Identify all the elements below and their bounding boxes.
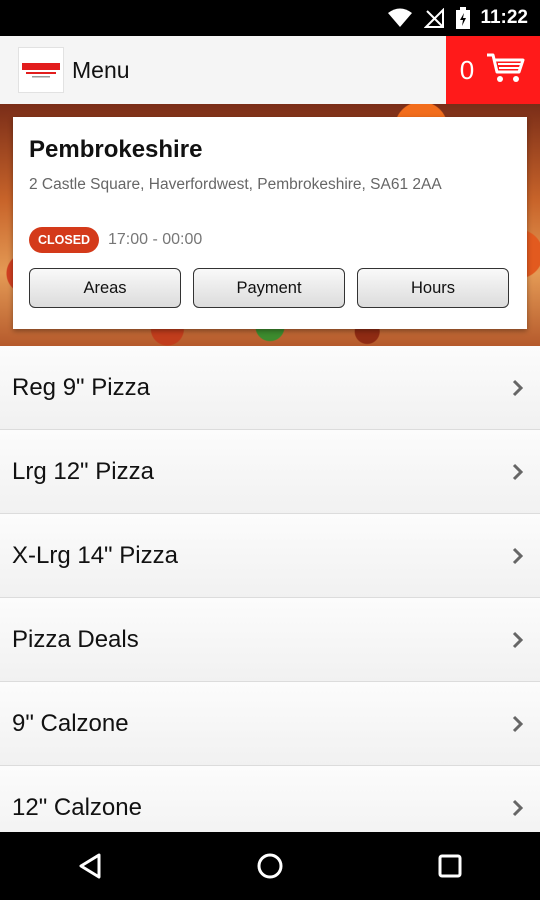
home-icon[interactable] bbox=[240, 836, 300, 896]
store-logo[interactable] bbox=[18, 47, 64, 93]
list-item-label: Reg 9" Pizza bbox=[12, 373, 150, 401]
navigation-bar bbox=[0, 832, 540, 900]
wifi-icon bbox=[388, 8, 413, 28]
list-item-label: X-Lrg 14" Pizza bbox=[12, 541, 178, 569]
payment-button[interactable]: Payment bbox=[193, 268, 345, 308]
shopping-cart-icon bbox=[486, 52, 526, 89]
status-bar: 11:22 bbox=[0, 0, 540, 36]
status-time: 11:22 bbox=[480, 7, 528, 28]
list-item-label: 9" Calzone bbox=[12, 709, 129, 737]
list-item-label: Lrg 12" Pizza bbox=[12, 457, 154, 485]
menu-item-lrg-12-pizza[interactable]: Lrg 12" Pizza bbox=[0, 430, 540, 514]
store-address: 2 Castle Square, Haverfordwest, Pembroke… bbox=[29, 176, 442, 193]
list-item-label: Pizza Deals bbox=[12, 625, 139, 653]
no-signal-icon bbox=[424, 8, 445, 28]
app-bar: Menu 0 bbox=[0, 36, 540, 104]
chevron-right-icon bbox=[512, 547, 524, 565]
back-icon[interactable] bbox=[60, 836, 120, 896]
hours-button[interactable]: Hours bbox=[357, 268, 509, 308]
chevron-right-icon bbox=[512, 463, 524, 481]
status-badge: CLOSED bbox=[29, 227, 100, 253]
cart-count: 0 bbox=[459, 54, 475, 85]
page-title: Menu bbox=[72, 56, 130, 83]
store-info-card: Pembrokeshire 2 Castle Square, Haverford… bbox=[13, 117, 527, 329]
store-actions: Areas Payment Hours bbox=[29, 268, 509, 308]
areas-button[interactable]: Areas bbox=[29, 268, 181, 308]
battery-charging-icon bbox=[456, 7, 471, 29]
cart-button[interactable]: 0 bbox=[446, 36, 540, 104]
list-item-label: 12" Calzone bbox=[12, 793, 142, 821]
chevron-right-icon bbox=[512, 379, 524, 397]
opening-hours: 17:00 - 00:00 bbox=[108, 231, 203, 248]
chevron-right-icon bbox=[512, 715, 524, 733]
chevron-right-icon bbox=[512, 799, 524, 817]
recents-icon[interactable] bbox=[420, 836, 480, 896]
menu-item-9-calzone[interactable]: 9" Calzone bbox=[0, 682, 540, 766]
menu-list: Reg 9" Pizza Lrg 12" Pizza X-Lrg 14" Piz… bbox=[0, 346, 540, 850]
menu-item-pizza-deals[interactable]: Pizza Deals bbox=[0, 598, 540, 682]
store-name: Pembrokeshire bbox=[29, 136, 203, 163]
menu-item-reg-9-pizza[interactable]: Reg 9" Pizza bbox=[0, 346, 540, 430]
chevron-right-icon bbox=[512, 631, 524, 649]
menu-item-x-lrg-14-pizza[interactable]: X-Lrg 14" Pizza bbox=[0, 514, 540, 598]
